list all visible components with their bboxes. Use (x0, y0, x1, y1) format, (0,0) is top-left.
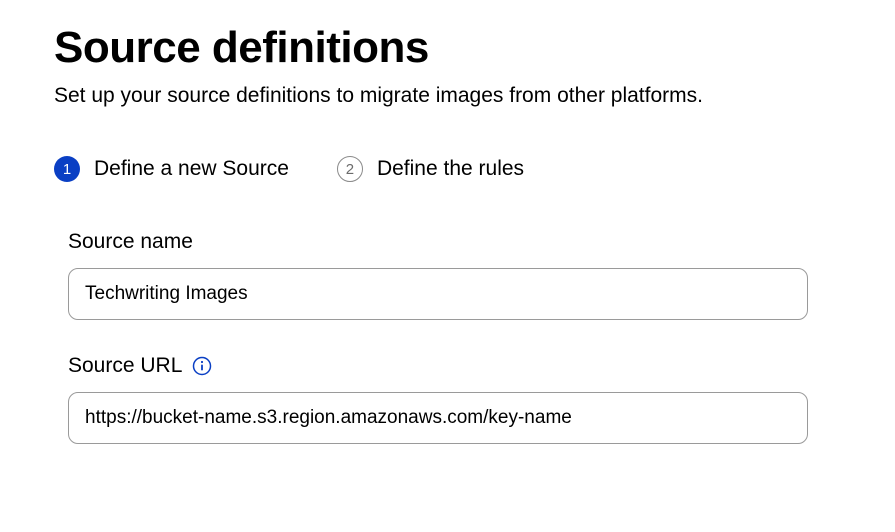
step-label: Define a new Source (94, 157, 289, 181)
step-label: Define the rules (377, 157, 524, 181)
page-title: Source definitions (54, 24, 841, 72)
step-define-source[interactable]: 1 Define a new Source (54, 156, 289, 182)
step-number-badge: 2 (337, 156, 363, 182)
info-icon[interactable] (192, 356, 212, 376)
page-subtitle: Set up your source definitions to migrat… (54, 84, 841, 108)
source-name-group: Source name (54, 230, 841, 320)
step-number-badge: 1 (54, 156, 80, 182)
stepper: 1 Define a new Source 2 Define the rules (54, 156, 841, 182)
source-url-group: Source URL (54, 354, 841, 444)
source-name-input[interactable] (68, 268, 808, 320)
source-name-label: Source name (68, 230, 193, 254)
source-url-label: Source URL (68, 354, 182, 378)
source-url-input[interactable] (68, 392, 808, 444)
step-define-rules[interactable]: 2 Define the rules (337, 156, 524, 182)
